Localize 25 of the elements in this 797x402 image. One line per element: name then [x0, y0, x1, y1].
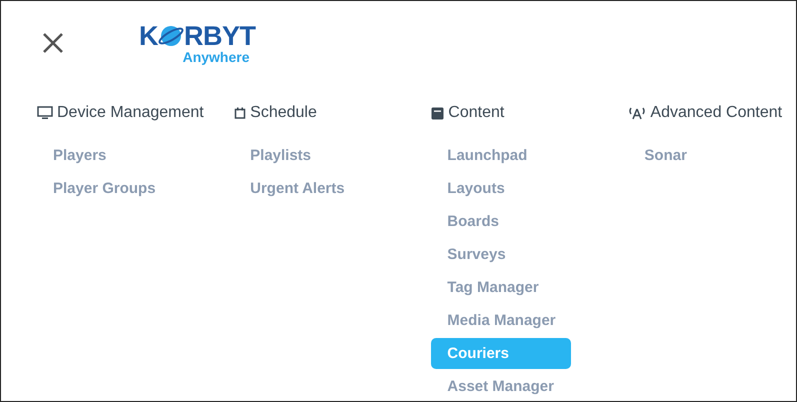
section-heading: Advanced Content — [650, 104, 782, 122]
logo-tagline: Anywhere — [182, 50, 250, 64]
logo-text: RBYT — [184, 22, 256, 50]
menu-item[interactable]: Playlists — [234, 140, 374, 171]
menu-item[interactable]: Launchpad — [431, 140, 572, 171]
menu-item[interactable]: Players — [37, 140, 177, 171]
section-heading: Schedule — [250, 104, 317, 122]
logo-text: K — [139, 22, 158, 50]
menu-item[interactable]: Urgent Alerts — [234, 173, 374, 204]
menu-item[interactable]: Media Manager — [431, 305, 572, 336]
section-heading: Device Management — [57, 104, 204, 122]
menu-item[interactable]: Boards — [431, 206, 572, 237]
menu-item[interactable]: Couriers — [431, 338, 572, 369]
antenna-icon — [628, 106, 646, 120]
document-icon — [431, 106, 444, 120]
monitor-icon — [37, 106, 53, 120]
menu-item[interactable]: Sonar — [628, 140, 768, 171]
menu-item[interactable]: Surveys — [431, 239, 572, 270]
menu-item[interactable]: Player Groups — [37, 173, 177, 204]
section-heading: Content — [448, 104, 504, 122]
menu-item[interactable]: Asset Manager — [431, 371, 572, 401]
menu-item[interactable]: Tag Manager — [431, 272, 572, 303]
calendar-icon — [234, 107, 246, 119]
menu-item[interactable]: Layouts — [431, 173, 572, 204]
planet-icon — [158, 24, 184, 48]
